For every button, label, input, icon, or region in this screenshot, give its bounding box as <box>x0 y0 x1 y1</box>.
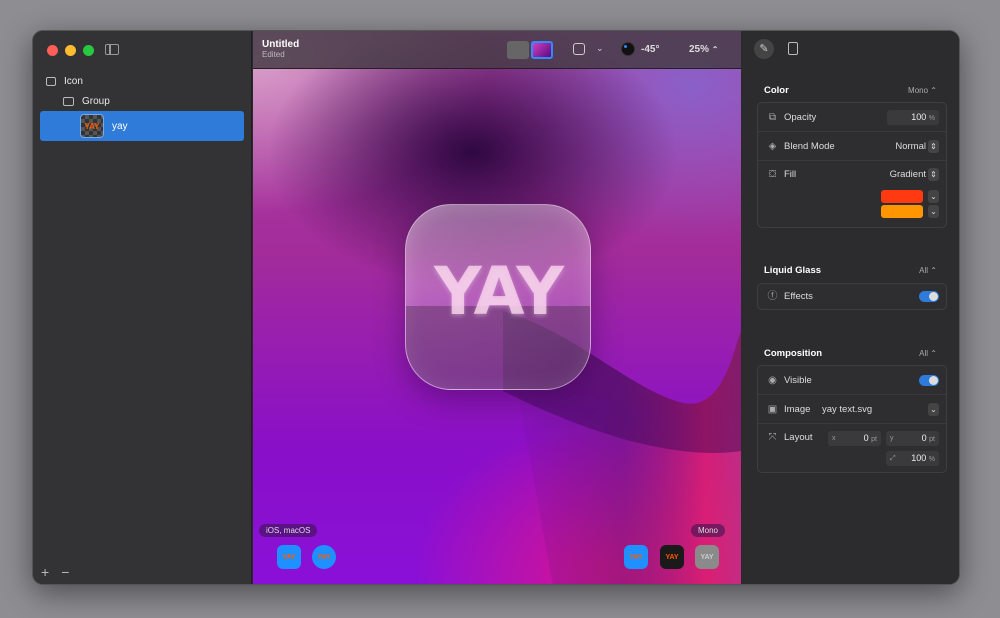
gradient-stop-1[interactable] <box>881 190 923 203</box>
toolbar: Untitled Edited ⌄ -45° 25% ⌃ <box>253 31 741 69</box>
zoom-value: 25% <box>689 44 710 55</box>
image-row: ▣ Image yay text.svg ⌄ <box>758 395 946 424</box>
image-select-chevron[interactable]: ⌄ <box>928 402 939 416</box>
layer-thumbnail: YAY <box>80 114 104 138</box>
preview-ios-square[interactable]: YAY <box>277 545 301 569</box>
app-window: Icon Group YAY yay + − Untitled Edited ⌄ -4… <box>32 30 960 585</box>
chevron-down-icon[interactable]: ⌄ <box>596 43 604 54</box>
inspector: ✎ Color Mono ⌃ ⧉ Opacity 100 % ◈ Blend Mod… <box>742 31 959 584</box>
visible-toggle[interactable] <box>919 374 939 386</box>
document-title: Untitled <box>262 39 300 50</box>
minimize-button[interactable] <box>65 45 76 56</box>
layer-icon[interactable]: Icon <box>33 71 251 91</box>
appearance-default-button[interactable] <box>507 41 529 59</box>
gradient-stop-2[interactable] <box>881 205 923 218</box>
layout-row: ⤧ Layout x0 pt y0 pt ⤢ 100 % <box>758 424 946 472</box>
resize-arrows-icon: ⤧ <box>768 432 777 443</box>
grid-icon[interactable] <box>573 43 585 55</box>
icon-preview[interactable]: YAY <box>405 204 591 390</box>
image-icon: ▣ <box>767 403 778 415</box>
layer-label: Icon <box>64 75 83 87</box>
platform-label: iOS, macOS <box>259 524 318 537</box>
zoom-control[interactable]: 25% ⌃ <box>689 44 719 55</box>
color-panel: ⧉ Opacity 100 % ◈ Blend Mode Normal ⇕ ⛋ Fill… <box>757 102 947 228</box>
x-input[interactable]: x0 pt <box>828 431 881 446</box>
fill-select[interactable]: Gradient ⇕ <box>890 168 939 181</box>
composition-mode-select[interactable]: All ⌃ <box>919 349 937 358</box>
scale-input[interactable]: ⤢ 100 % <box>886 451 939 466</box>
glass-mode-select[interactable]: All ⌃ <box>919 266 937 275</box>
y-input[interactable]: y0 pt <box>886 431 939 446</box>
color-mode-select[interactable]: Mono ⌃ <box>908 86 937 95</box>
composition-panel: ◉ Visible ▣ Image yay text.svg ⌄ ⤧ Layout x… <box>757 365 947 473</box>
layer-label: yay <box>112 120 128 132</box>
fill-row: ⛋ Fill Gradient ⇕ ⌄ ⌄ <box>758 161 946 227</box>
add-button[interactable]: + <box>41 564 49 580</box>
icon-text: YAY <box>433 253 564 330</box>
document-icon[interactable] <box>788 42 798 55</box>
layer-tree: Icon Group YAY yay <box>33 71 251 141</box>
liquid-glass-title: Liquid Glass <box>764 265 822 276</box>
effects-toggle[interactable] <box>919 291 939 302</box>
paint-bucket-icon: ⛋ <box>768 169 777 180</box>
glass-panel: ⓕ Effects <box>757 283 947 310</box>
layers-icon: ◈ <box>768 140 777 152</box>
chevron-down-icon[interactable]: ⌄ <box>928 205 939 218</box>
light-angle-value[interactable]: -45° <box>641 44 659 55</box>
preview-mono[interactable]: YAY <box>695 545 719 569</box>
canvas[interactable]: Untitled Edited ⌄ -45° 25% ⌃ YAY iOS, mac… <box>253 31 741 584</box>
zoom-button[interactable] <box>83 45 94 56</box>
folder-icon <box>63 96 74 106</box>
square-icon <box>46 76 56 86</box>
effects-row: ⓕ Effects <box>758 284 946 309</box>
light-angle-dial-icon[interactable] <box>621 42 635 56</box>
color-section-title: Color <box>764 85 789 96</box>
document-status: Edited <box>262 50 285 59</box>
window-controls <box>47 45 94 56</box>
opacity-icon: ⧉ <box>768 111 777 123</box>
preview-ios-circle[interactable]: YAY <box>312 545 336 569</box>
close-button[interactable] <box>47 45 58 56</box>
blend-mode-row: ◈ Blend Mode Normal ⇕ <box>758 132 946 161</box>
opacity-row: ⧉ Opacity 100 % <box>758 103 946 132</box>
preview-dark[interactable]: YAY <box>660 545 684 569</box>
blend-mode-select[interactable]: Normal ⇕ <box>895 139 939 153</box>
fx-icon: ⓕ <box>767 291 778 302</box>
opacity-input[interactable]: 100 % <box>887 110 939 125</box>
eye-icon: ◉ <box>768 374 777 386</box>
layer-yay[interactable]: YAY yay <box>40 111 244 141</box>
visible-row: ◉ Visible <box>758 366 946 395</box>
remove-button[interactable]: − <box>61 564 69 580</box>
sidebar-toggle-icon[interactable] <box>105 44 119 55</box>
preview-default[interactable]: YAY <box>624 545 648 569</box>
layer-label: Group <box>82 95 110 107</box>
chevron-down-icon[interactable]: ⌄ <box>928 190 939 203</box>
appearance-background-button[interactable] <box>531 41 553 59</box>
layer-group[interactable]: Group <box>33 91 251 111</box>
composition-title: Composition <box>764 348 823 359</box>
paintbrush-icon[interactable]: ✎ <box>754 39 774 59</box>
sidebar: Icon Group YAY yay + − <box>33 31 252 584</box>
image-filename: yay text.svg <box>822 403 873 415</box>
mono-label: Mono <box>690 524 725 537</box>
